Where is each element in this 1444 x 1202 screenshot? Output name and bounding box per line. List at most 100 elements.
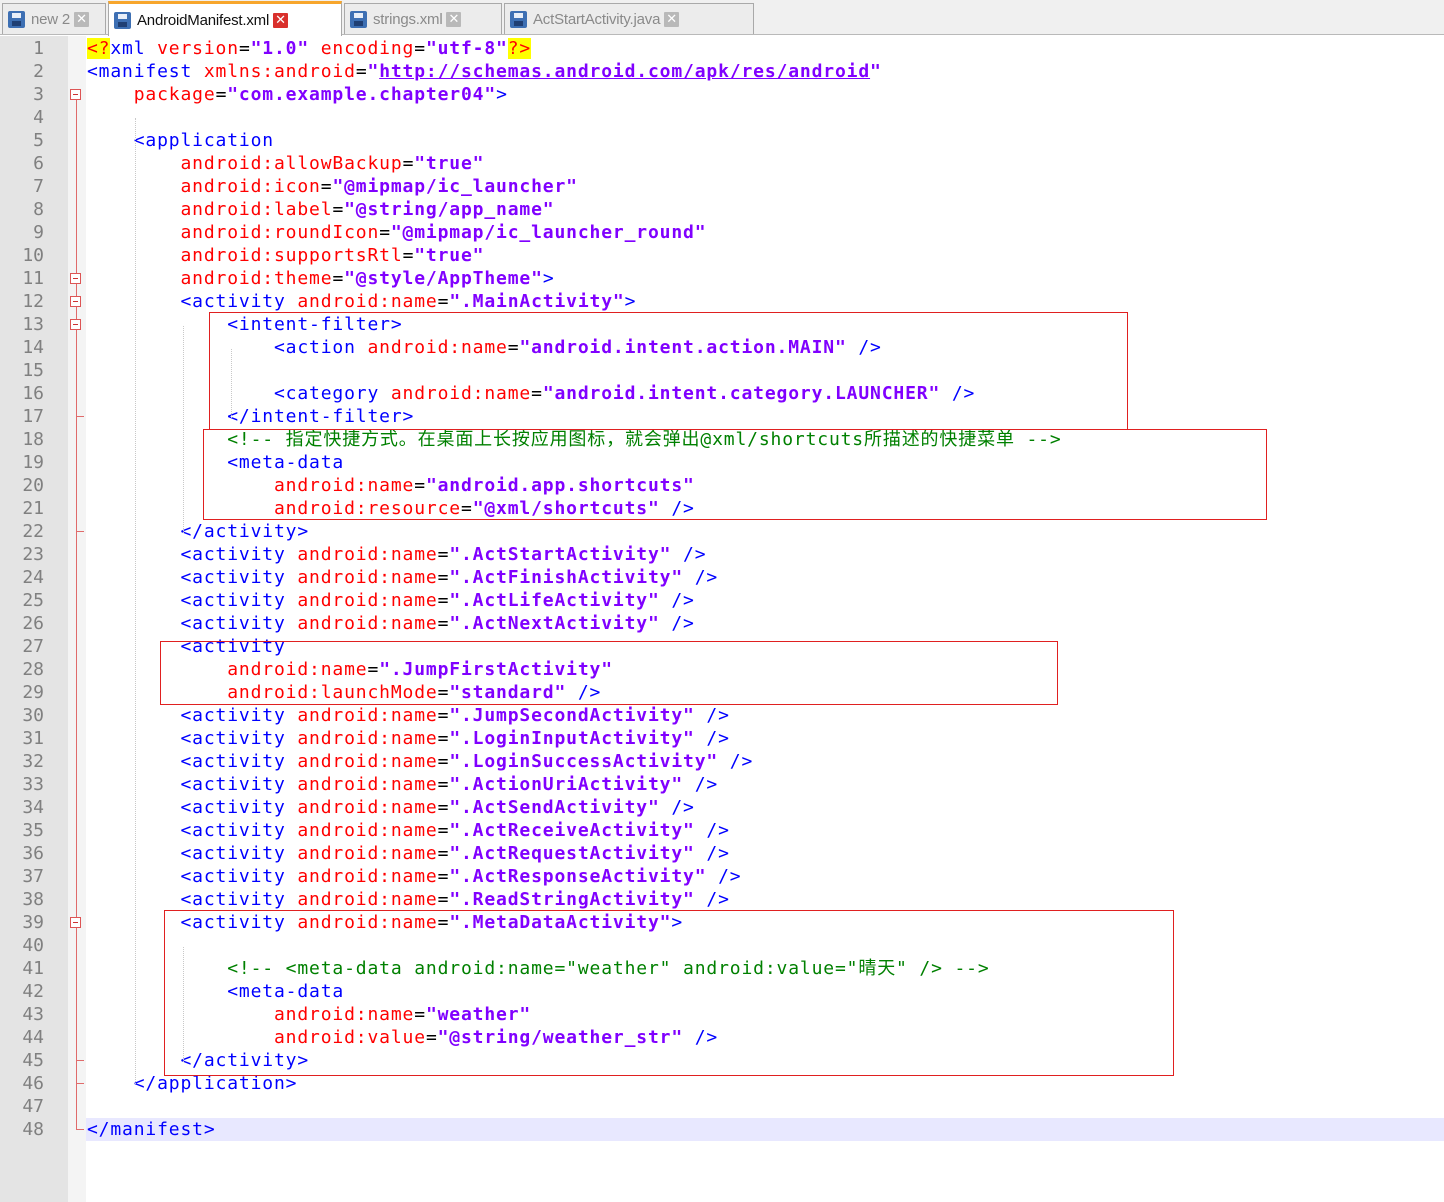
code-token: ".ActRequestActivity": [449, 843, 695, 864]
code-line[interactable]: 46 </application>: [0, 1072, 1444, 1095]
close-icon[interactable]: ✕: [664, 11, 680, 27]
close-icon[interactable]: ✕: [273, 12, 289, 28]
tab-bar: new 2 ✕ AndroidManifest.xml ✕ strings.xm…: [0, 0, 1444, 36]
code-line[interactable]: 28 android:name=".JumpFirstActivity": [0, 658, 1444, 681]
tab-actstartactivity[interactable]: ActStartActivity.java ✕: [504, 3, 754, 34]
code-line[interactable]: 16 <category android:name="android.inten…: [0, 382, 1444, 405]
code-line[interactable]: 36 <activity android:name=".ActRequestAc…: [0, 842, 1444, 865]
code-line[interactable]: 34 <activity android:name=".ActSendActiv…: [0, 796, 1444, 819]
fold-collapse-icon[interactable]: [70, 89, 81, 100]
line-number: 2: [33, 61, 44, 82]
code-token: =: [437, 613, 450, 634]
code-line[interactable]: 14 <action android:name="android.intent.…: [0, 336, 1444, 359]
line-number: 19: [22, 452, 44, 473]
code-line[interactable]: 39 <activity android:name=".MetaDataActi…: [0, 911, 1444, 934]
line-number: 26: [22, 613, 44, 634]
line-number: 45: [22, 1050, 44, 1071]
code-line[interactable]: 9 android:roundIcon="@mipmap/ic_launcher…: [0, 221, 1444, 244]
code-line[interactable]: 41 <!-- <meta-data android:name="weather…: [0, 957, 1444, 980]
code-line[interactable]: 24 <activity android:name=".ActFinishAct…: [0, 566, 1444, 589]
code-token: android:name: [274, 1004, 415, 1025]
code-line[interactable]: 30 <activity android:name=".JumpSecondAc…: [0, 704, 1444, 727]
code-token: =: [437, 843, 450, 864]
code-token: android:name: [297, 797, 438, 818]
code-line[interactable]: 33 <activity android:name=".ActionUriAct…: [0, 773, 1444, 796]
tab-androidmanifest[interactable]: AndroidManifest.xml ✕: [108, 1, 342, 36]
fold-collapse-icon[interactable]: [70, 273, 81, 284]
code-line[interactable]: 12 <activity android:name=".MainActivity…: [0, 290, 1444, 313]
code-token: <activity: [87, 544, 298, 565]
code-token: android:name: [297, 820, 438, 841]
line-number: 44: [22, 1027, 44, 1048]
code-line[interactable]: 37 <activity android:name=".ActResponseA…: [0, 865, 1444, 888]
code-line[interactable]: 19 <meta-data: [0, 451, 1444, 474]
code-token: "weather": [425, 1004, 532, 1025]
line-number: 15: [22, 360, 44, 381]
code-line[interactable]: 29 android:launchMode="standard" />: [0, 681, 1444, 704]
code-line[interactable]: 48 </manifest>: [22, 1118, 1444, 1141]
code-text: android:label="@string/app_name": [87, 198, 555, 221]
fold-collapse-icon[interactable]: [70, 319, 81, 330]
code-text: <action android:name="android.intent.act…: [87, 336, 882, 359]
code-line[interactable]: 45 </activity>: [0, 1049, 1444, 1072]
code-line[interactable]: 2 <manifest xmlns:android="http://schemas…: [0, 60, 1444, 83]
close-icon[interactable]: ✕: [446, 11, 462, 27]
code-token: android:name: [297, 291, 438, 312]
line-number: 30: [22, 705, 44, 726]
code-line[interactable]: 35 <activity android:name=".ActReceiveAc…: [0, 819, 1444, 842]
code-line[interactable]: 10 android:supportsRtl="true": [0, 244, 1444, 267]
code-line[interactable]: 44 android:value="@string/weather_str" /…: [0, 1026, 1444, 1049]
fold-collapse-icon[interactable]: [70, 296, 81, 307]
line-number: 31: [22, 728, 44, 749]
code-token: ".ReadStringActivity": [449, 889, 695, 910]
code-line[interactable]: 7 android:icon="@mipmap/ic_launcher": [0, 175, 1444, 198]
code-token: =: [437, 889, 450, 910]
code-line[interactable]: 26 <activity android:name=".ActNextActiv…: [0, 612, 1444, 635]
line-number: 16: [22, 383, 44, 404]
code-line[interactable]: 23 <activity android:name=".ActStartActi…: [0, 543, 1444, 566]
code-line[interactable]: 8 android:label="@string/app_name": [0, 198, 1444, 221]
tab-new-2[interactable]: new 2 ✕: [2, 3, 106, 34]
code-line[interactable]: 18 <!-- 指定快捷方式。在桌面上长按应用图标，就会弹出@xml/short…: [0, 428, 1444, 451]
code-line[interactable]: 27 <activity: [0, 635, 1444, 658]
save-disk-icon: [350, 10, 367, 28]
code-line[interactable]: 3 package="com.example.chapter04">: [0, 83, 1444, 106]
code-line[interactable]: 13 <intent-filter>: [0, 313, 1444, 336]
code-token: >: [671, 912, 684, 933]
code-token: />: [940, 383, 976, 404]
code-token: />: [683, 774, 719, 795]
code-line[interactable]: 47: [0, 1095, 1444, 1118]
fold-collapse-icon[interactable]: [70, 917, 81, 928]
code-line[interactable]: 42 <meta-data: [0, 980, 1444, 1003]
code-line[interactable]: 4: [0, 106, 1444, 129]
code-line[interactable]: 1 <?xml version="1.0" encoding="utf-8"?>: [0, 37, 1444, 60]
code-line[interactable]: 15: [0, 359, 1444, 382]
save-disk-icon: [510, 10, 527, 28]
code-line[interactable]: 20 android:name="android.app.shortcuts": [0, 474, 1444, 497]
tab-strings[interactable]: strings.xml ✕: [344, 3, 502, 34]
tab-label: AndroidManifest.xml: [137, 11, 270, 29]
code-token: />: [846, 337, 882, 358]
line-number: 33: [22, 774, 44, 795]
code-token: =: [414, 38, 426, 59]
fold-end-marker: [76, 416, 84, 417]
code-line[interactable]: 6 android:allowBackup="true": [0, 152, 1444, 175]
code-line[interactable]: 5 <application: [0, 129, 1444, 152]
code-text: <?xml version="1.0" encoding="utf-8"?>: [87, 37, 532, 60]
code-line[interactable]: 40: [0, 934, 1444, 957]
code-line[interactable]: 17 </intent-filter>: [0, 405, 1444, 428]
code-line[interactable]: 25 <activity android:name=".ActLifeActiv…: [0, 589, 1444, 612]
code-token: "com.example.chapter04": [227, 84, 497, 105]
code-line[interactable]: 22 </activity>: [0, 520, 1444, 543]
code-line[interactable]: 43 android:name="weather": [0, 1003, 1444, 1026]
line-number: 35: [22, 820, 44, 841]
code-token: =: [437, 590, 450, 611]
code-line[interactable]: 38 <activity android:name=".ReadStringAc…: [0, 888, 1444, 911]
code-token: android:name: [297, 613, 438, 634]
code-line[interactable]: 11 android:theme="@style/AppTheme">: [0, 267, 1444, 290]
code-line[interactable]: 32 <activity android:name=".LoginSuccess…: [0, 750, 1444, 773]
code-line[interactable]: 21 android:resource="@xml/shortcuts" />: [0, 497, 1444, 520]
close-icon[interactable]: ✕: [74, 11, 90, 27]
code-line[interactable]: 31 <activity android:name=".LoginInputAc…: [0, 727, 1444, 750]
